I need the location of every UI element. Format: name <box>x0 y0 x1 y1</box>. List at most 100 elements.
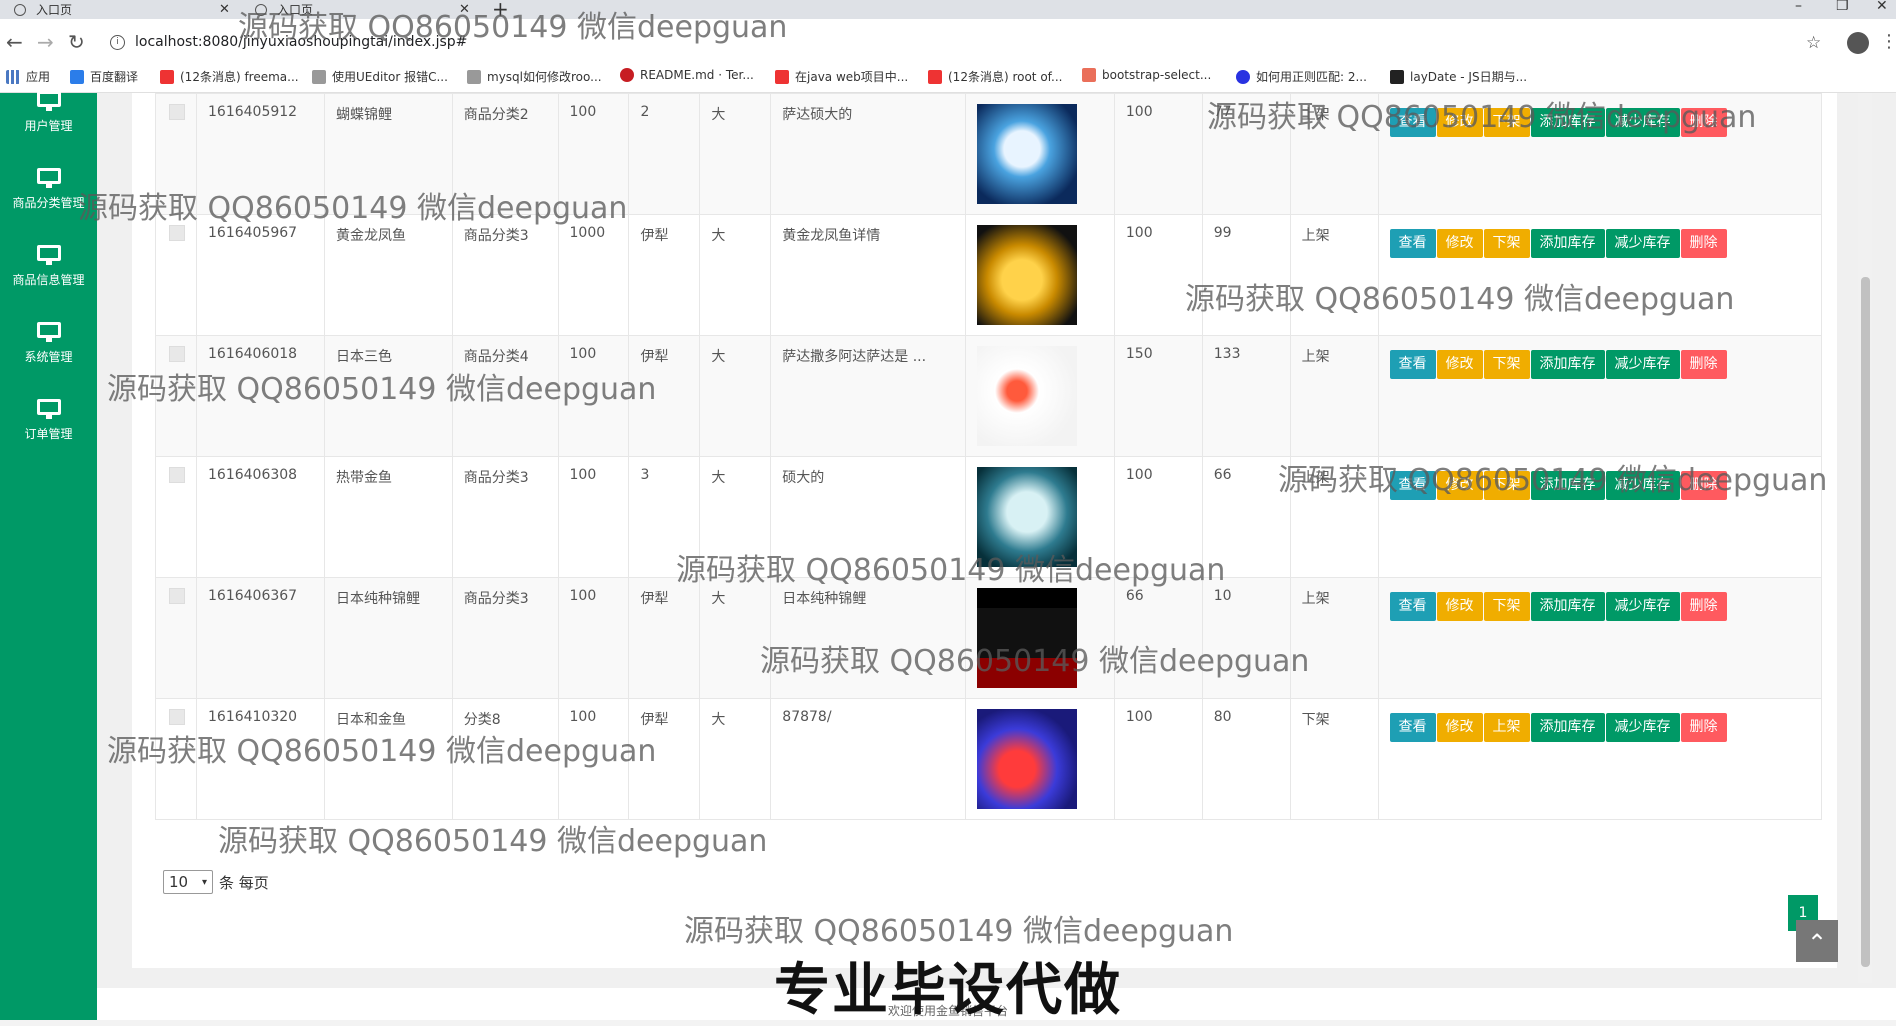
info-icon[interactable]: i <box>110 34 125 50</box>
delete-button[interactable]: 删除 <box>1680 229 1727 258</box>
cell-name: 热带金鱼 <box>323 456 453 578</box>
back-icon[interactable]: ← <box>6 30 23 54</box>
close-window-icon[interactable]: ✕ <box>1876 0 1888 14</box>
sidebar-item-users[interactable]: 用户管理 <box>0 91 97 161</box>
sidebar-item-products[interactable]: 商品信息管理 <box>0 245 97 315</box>
view-button[interactable]: 查看 <box>1389 108 1436 137</box>
row-checkbox[interactable] <box>169 709 185 725</box>
shelf-toggle-button[interactable]: 下架 <box>1483 471 1530 500</box>
fish-thumbnail <box>976 346 1077 446</box>
browser-tab-2[interactable]: 入口页 ✕ <box>255 0 470 19</box>
browser-tab-1[interactable]: 入口页 ✕ <box>14 0 230 19</box>
bookmarks-bar: 应用 百度翻译 (12条消息) freema... 使用UEditor 报错C.… <box>0 62 1896 93</box>
add-stock-button[interactable]: 添加库存 <box>1530 350 1605 379</box>
reduce-stock-button[interactable]: 减少库存 <box>1605 108 1680 137</box>
cell-price: 100 <box>557 93 630 215</box>
cell-actions: 查看 修改 上架 添加库存 减少库存 删除 <box>1377 698 1823 820</box>
bookmark-item[interactable]: 在java web项目中... <box>775 68 908 85</box>
bookmark-item[interactable]: (12条消息) freema... <box>160 68 299 85</box>
edit-button[interactable]: 修改 <box>1436 471 1483 500</box>
new-tab-icon[interactable]: + <box>492 0 509 21</box>
account-avatar-icon[interactable] <box>1847 32 1869 54</box>
menu-icon[interactable]: ⋮ <box>1880 31 1896 52</box>
bookmark-item[interactable]: mysql如何修改roo... <box>467 68 602 85</box>
delete-button[interactable]: 删除 <box>1680 713 1727 742</box>
sidebar-item-categories[interactable]: 商品分类管理 <box>0 168 97 238</box>
url-field[interactable]: i localhost:8080/jinyuxiaoshoupingtai/in… <box>100 27 1825 57</box>
cell-size: 大 <box>699 456 772 578</box>
bookmark-item[interactable]: layDate - JS日期与... <box>1390 68 1527 85</box>
view-button[interactable]: 查看 <box>1389 350 1436 379</box>
tab-title: 入口页 <box>277 3 314 17</box>
cell-status: 上架 <box>1289 456 1379 578</box>
bookmark-item[interactable]: 使用UEditor 报错C... <box>312 68 448 85</box>
add-stock-button[interactable]: 添加库存 <box>1530 229 1605 258</box>
sidebar-item-system[interactable]: 系统管理 <box>0 322 97 392</box>
row-checkbox[interactable] <box>169 346 185 362</box>
delete-button[interactable]: 删除 <box>1680 108 1727 137</box>
bookmark-item[interactable]: 如何用正则匹配: 2... <box>1236 68 1367 85</box>
scrollbar-thumb[interactable] <box>1861 277 1870 967</box>
close-tab-icon[interactable]: ✕ <box>219 2 230 17</box>
reduce-stock-button[interactable]: 减少库存 <box>1605 471 1680 500</box>
add-stock-button[interactable]: 添加库存 <box>1530 108 1605 137</box>
view-button[interactable]: 查看 <box>1389 592 1436 621</box>
pagination-size: 10 ▾ 条 每页 <box>163 870 269 894</box>
reduce-stock-button[interactable]: 减少库存 <box>1605 229 1680 258</box>
forward-icon[interactable]: → <box>37 30 54 54</box>
bookmark-item[interactable]: (12条消息) root of... <box>928 68 1062 85</box>
row-checkbox[interactable] <box>169 467 185 483</box>
row-checkbox[interactable] <box>169 225 185 241</box>
bookmark-item[interactable]: README.md · Ter... <box>620 68 754 82</box>
shelf-toggle-button[interactable]: 下架 <box>1483 229 1530 258</box>
cell-description: 硕大的 <box>770 456 966 578</box>
cell-image <box>964 698 1115 820</box>
page-size-select[interactable]: 10 ▾ <box>163 870 213 894</box>
sidebar-item-orders[interactable]: 订单管理 <box>0 399 97 469</box>
reduce-stock-button[interactable]: 减少库存 <box>1605 350 1680 379</box>
shelf-toggle-button[interactable]: 下架 <box>1483 592 1530 621</box>
edit-button[interactable]: 修改 <box>1436 713 1483 742</box>
cell-description: 日本纯种锦鲤 <box>770 577 966 699</box>
reduce-stock-button[interactable]: 减少库存 <box>1605 713 1680 742</box>
cell-image <box>964 456 1115 578</box>
monitor-icon <box>36 168 61 188</box>
table-row: 1616406018 日本三色 商品分类4 100 伊犁 大 萨达撒多阿达萨达是… <box>155 335 1823 457</box>
cell-origin: 3 <box>628 456 701 578</box>
row-checkbox[interactable] <box>169 588 185 604</box>
delete-button[interactable]: 删除 <box>1680 350 1727 379</box>
add-stock-button[interactable]: 添加库存 <box>1530 713 1605 742</box>
cell-stock: 80 <box>1201 698 1291 820</box>
edit-button[interactable]: 修改 <box>1436 229 1483 258</box>
delete-button[interactable]: 删除 <box>1680 592 1727 621</box>
add-stock-button[interactable]: 添加库存 <box>1530 592 1605 621</box>
reduce-stock-button[interactable]: 减少库存 <box>1605 592 1680 621</box>
reload-icon[interactable]: ↻ <box>68 30 85 54</box>
shelf-toggle-button[interactable]: 上架 <box>1483 713 1530 742</box>
bookmark-item[interactable]: bootstrap-select... <box>1082 68 1211 82</box>
edit-button[interactable]: 修改 <box>1436 350 1483 379</box>
monitor-icon <box>36 245 61 265</box>
row-checkbox-cell <box>155 698 197 820</box>
chevron-down-icon: ▾ <box>201 876 207 888</box>
minimize-icon[interactable]: – <box>1795 0 1802 14</box>
add-stock-button[interactable]: 添加库存 <box>1530 471 1605 500</box>
row-checkbox[interactable] <box>169 104 185 120</box>
shelf-toggle-button[interactable]: 下架 <box>1483 350 1530 379</box>
cell-size: 大 <box>699 698 772 820</box>
edit-button[interactable]: 修改 <box>1436 592 1483 621</box>
view-button[interactable]: 查看 <box>1389 713 1436 742</box>
close-tab-icon[interactable]: ✕ <box>459 2 470 17</box>
edit-button[interactable]: 修改 <box>1436 108 1483 137</box>
bookmark-apps[interactable]: 应用 <box>6 68 50 85</box>
bookmark-item[interactable]: 百度翻译 <box>70 68 138 85</box>
restore-icon[interactable]: ❐ <box>1836 0 1849 14</box>
cell-origin: 伊犁 <box>628 335 701 457</box>
delete-button[interactable]: 删除 <box>1680 471 1727 500</box>
view-button[interactable]: 查看 <box>1389 471 1436 500</box>
bookmark-star-icon[interactable]: ☆ <box>1806 33 1821 53</box>
shelf-toggle-button[interactable]: 下架 <box>1483 108 1530 137</box>
csdn-icon <box>160 69 174 84</box>
view-button[interactable]: 查看 <box>1389 229 1436 258</box>
cell-quantity: 150 <box>1113 335 1203 457</box>
